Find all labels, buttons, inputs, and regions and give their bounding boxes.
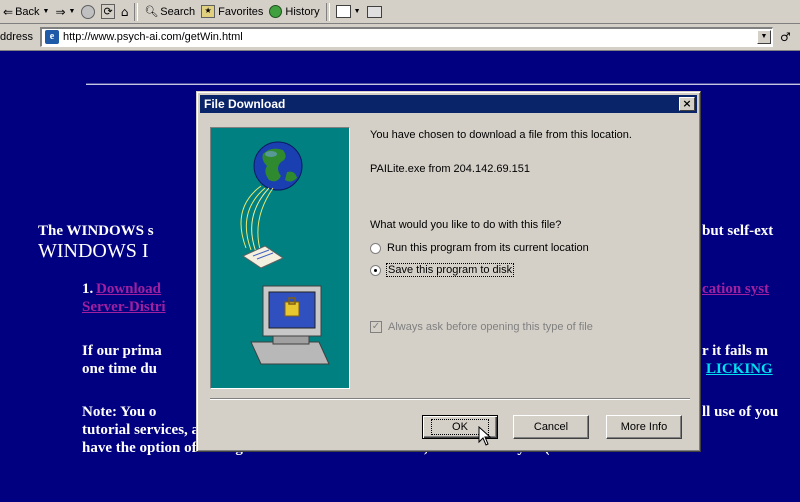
toolbar-separator: [134, 2, 139, 21]
address-bar: ddress e http://www.psych-ai.com/getWin.…: [0, 24, 800, 51]
para1-line1-left: If our prima: [82, 343, 162, 359]
always-ask-checkbox[interactable]: ✓: [370, 321, 382, 333]
address-label: ddress: [0, 31, 34, 43]
horizontal-rule: [86, 83, 800, 85]
close-button[interactable]: ×: [679, 97, 695, 111]
clicking-link[interactable]: LICKING: [706, 361, 773, 378]
always-ask-label: Always ask before opening this type of f…: [388, 321, 593, 333]
toolbar-separator: [325, 2, 330, 21]
search-icon: 🔍︎: [144, 5, 159, 18]
para1-line1-right: r it fails m: [702, 343, 768, 359]
globe-computer-icon: [240, 141, 330, 365]
browser-toolbar: ⇐ Back ▼ ⇒ ▼ ⟳ ⌂ 🔍︎ Search ★ Favorites H…: [0, 0, 800, 24]
always-ask-option[interactable]: ✓ Always ask before opening this type of…: [370, 321, 593, 333]
more-info-label: More Info: [620, 421, 668, 433]
para1-line2-left: one time du: [82, 361, 157, 377]
more-info-button[interactable]: More Info: [606, 415, 682, 439]
history-icon: [269, 5, 283, 18]
save-option-label: Save this program to disk: [385, 263, 515, 277]
run-option[interactable]: Run this program from its current locati…: [370, 242, 589, 254]
address-url: http://www.psych-ai.com/getWin.html: [63, 31, 243, 43]
item1-link-right[interactable]: cation syst: [702, 281, 769, 298]
heading-line1-left: The WINDOWS s: [38, 223, 154, 239]
mail-icon: [335, 5, 351, 18]
home-button[interactable]: ⌂: [118, 2, 132, 22]
dialog-divider: [210, 398, 690, 400]
mouse-cursor-icon: [478, 426, 492, 446]
dialog-title: File Download: [204, 97, 286, 111]
mail-dropdown-icon[interactable]: ▼: [354, 8, 361, 15]
back-button[interactable]: ⇐ Back ▼: [0, 2, 52, 22]
address-input[interactable]: e http://www.psych-ai.com/getWin.html ▼: [40, 27, 773, 47]
back-arrow-icon: ⇐: [3, 4, 14, 19]
ie-page-icon: e: [45, 30, 59, 44]
note-line1-left: Note: You o: [82, 404, 157, 420]
run-radio[interactable]: [370, 242, 381, 254]
note-line1-right: ll use of you: [702, 404, 779, 420]
stop-icon: [81, 4, 96, 19]
heading-line2: WINDOWS I: [38, 240, 149, 262]
mail-button[interactable]: ▼: [333, 2, 364, 22]
dialog-titlebar[interactable]: File Download ×: [200, 95, 697, 113]
save-option[interactable]: Save this program to disk: [370, 263, 515, 277]
question-text: What would you like to do with this file…: [370, 219, 562, 231]
home-icon: ⌂: [120, 4, 129, 19]
go-icon[interactable]: ♂: [780, 30, 791, 44]
cancel-button[interactable]: Cancel: [513, 415, 589, 439]
close-icon: ×: [682, 97, 692, 110]
forward-button[interactable]: ⇒ ▼: [52, 2, 78, 22]
intro-text: You have chosen to download a file from …: [370, 129, 632, 141]
history-button[interactable]: History: [266, 2, 322, 22]
heading-line1-right: but self-ext: [702, 223, 774, 239]
search-label: Search: [160, 5, 196, 18]
download-illustration: [210, 127, 350, 389]
favorites-icon: ★: [201, 5, 216, 18]
file-info-text: PAILite.exe from 204.142.69.151: [370, 163, 531, 175]
back-dropdown-icon[interactable]: ▼: [43, 8, 50, 15]
run-option-label: Run this program from its current locati…: [387, 242, 589, 254]
search-button[interactable]: 🔍︎ Search: [141, 2, 198, 22]
refresh-icon: ⟳: [101, 4, 115, 19]
refresh-button[interactable]: ⟳: [98, 2, 117, 22]
address-dropdown-icon[interactable]: ▼: [757, 30, 771, 44]
save-radio[interactable]: [370, 264, 381, 276]
item1-link-line2[interactable]: Server-Distri: [82, 299, 166, 316]
stop-button[interactable]: [78, 2, 98, 22]
back-label: Back: [15, 5, 40, 18]
print-button[interactable]: [364, 2, 385, 22]
print-icon: [366, 5, 382, 18]
favorites-button[interactable]: ★ Favorites: [198, 2, 266, 22]
item1-number: 1.: [82, 281, 94, 297]
forward-dropdown-icon[interactable]: ▼: [69, 8, 76, 15]
forward-arrow-icon: ⇒: [55, 4, 66, 19]
file-download-dialog: File Download × You have chosen to downl…: [196, 91, 701, 452]
history-label: History: [285, 5, 320, 18]
cancel-label: Cancel: [533, 421, 569, 433]
favorites-label: Favorites: [218, 5, 264, 18]
item1-download-link[interactable]: Download: [96, 281, 161, 298]
